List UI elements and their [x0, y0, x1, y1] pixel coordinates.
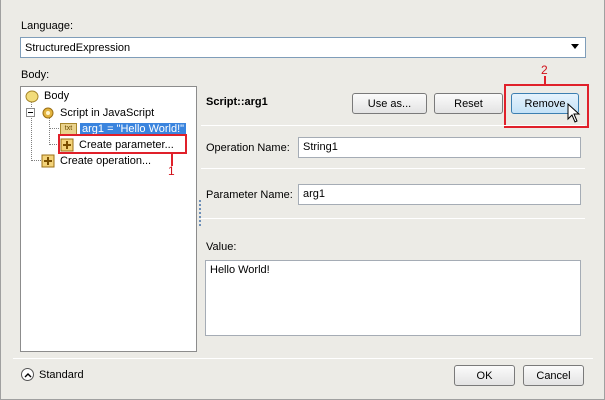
- callout-box-1: [58, 134, 187, 154]
- standard-toggle-button[interactable]: [21, 368, 34, 381]
- callout-number-1: 1: [168, 164, 175, 178]
- chevron-up-icon: [24, 373, 32, 378]
- value-label: Value:: [206, 241, 237, 253]
- standard-label: Standard: [39, 369, 84, 381]
- operation-name-field[interactable]: String1: [298, 137, 581, 158]
- collapse-toggle[interactable]: [26, 108, 35, 117]
- body-label: Body:: [21, 69, 50, 81]
- language-value: StructuredExpression: [25, 41, 131, 54]
- reset-button[interactable]: Reset: [434, 93, 503, 114]
- operation-name-label: Operation Name:: [206, 142, 290, 154]
- divider: [201, 168, 585, 169]
- plus-icon: [41, 154, 55, 168]
- dialog-window: Language: StructuredExpression Body: Bod…: [0, 0, 605, 400]
- callout-number-2: 2: [541, 63, 548, 77]
- ok-button[interactable]: OK: [454, 365, 515, 386]
- divider: [201, 218, 585, 219]
- chevron-down-icon[interactable]: [571, 44, 579, 49]
- splitter-handle[interactable]: [199, 200, 201, 226]
- callout-line-2: [544, 76, 546, 85]
- tree-item-create-operation[interactable]: Create operation...: [41, 153, 153, 169]
- tree-connector: [49, 117, 50, 145]
- minus-icon: [28, 112, 33, 113]
- language-label: Language:: [21, 20, 73, 32]
- parameter-name-field[interactable]: arg1: [298, 184, 581, 205]
- tree-connector: [49, 128, 59, 129]
- tree-item-body[interactable]: Body: [25, 88, 71, 104]
- cancel-button[interactable]: Cancel: [523, 365, 584, 386]
- use-as-button[interactable]: Use as...: [352, 93, 427, 114]
- divider: [13, 358, 593, 359]
- parameter-name-label: Parameter Name:: [206, 189, 293, 201]
- detail-title: Script::arg1: [206, 96, 268, 108]
- gear-icon: [42, 107, 54, 119]
- body-tree[interactable]: Body Script in JavaScript txt arg1 = "He…: [20, 86, 197, 352]
- divider: [201, 125, 585, 126]
- language-dropdown[interactable]: StructuredExpression: [20, 37, 586, 58]
- folder-icon: [25, 90, 39, 103]
- callout-box-2: [504, 84, 589, 128]
- value-textarea[interactable]: Hello World!: [205, 260, 581, 336]
- tree-connector: [31, 160, 41, 161]
- tree-item-script[interactable]: Script in JavaScript: [41, 105, 156, 121]
